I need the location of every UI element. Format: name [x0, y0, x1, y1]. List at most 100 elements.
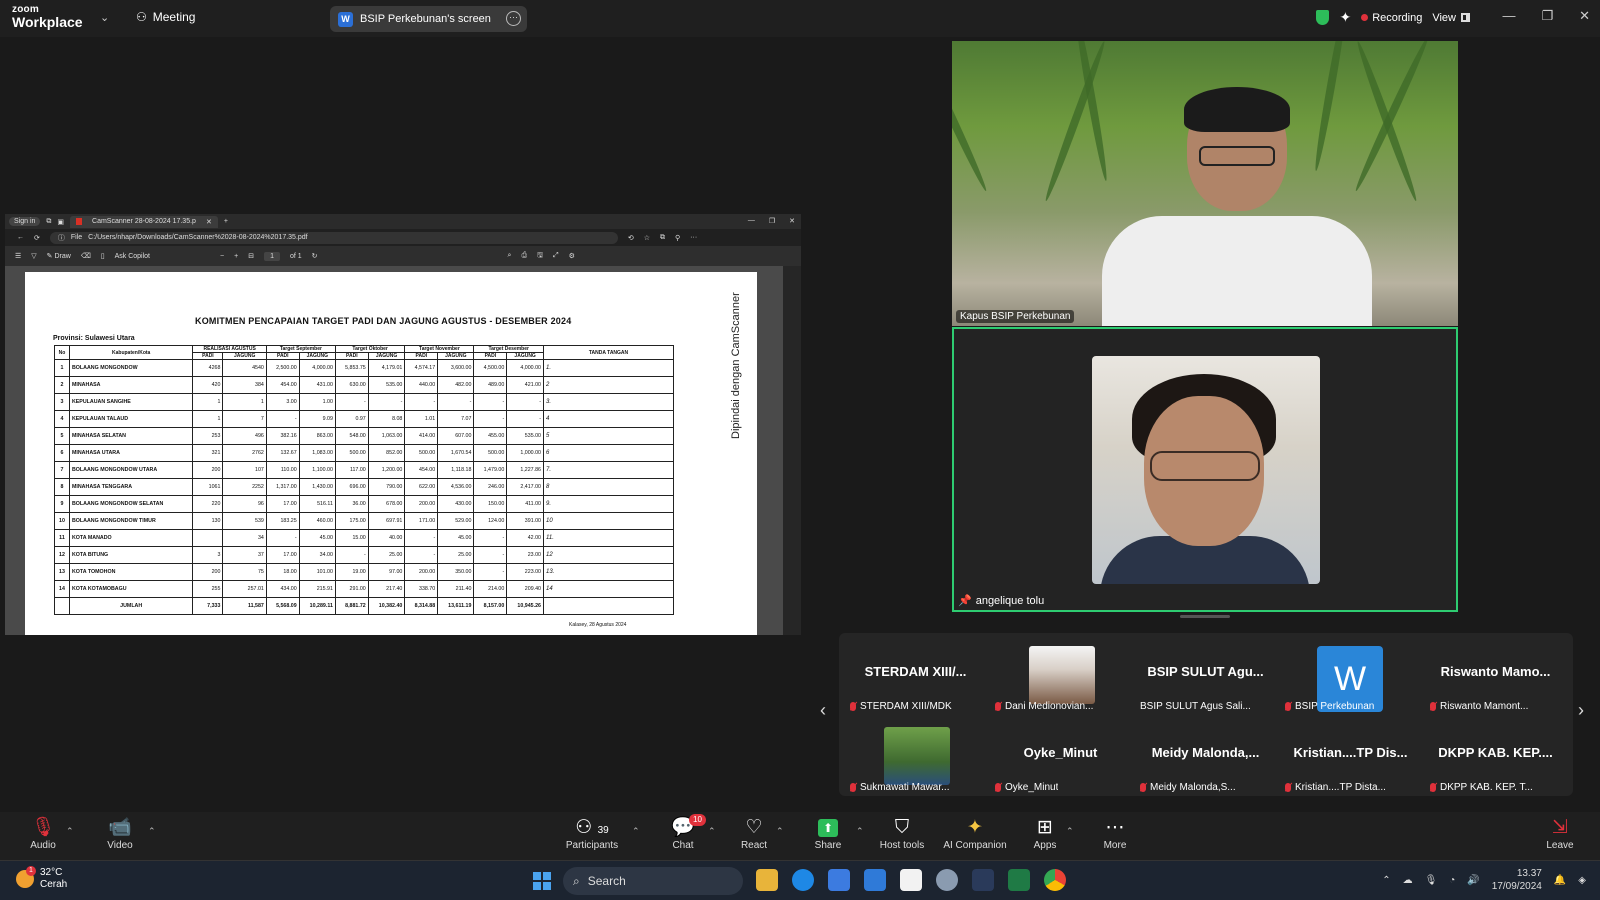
file-explorer-icon[interactable] — [756, 869, 778, 891]
gallery-tile[interactable]: Kristian....TP Dis... Kristian....TP Dist… — [1279, 719, 1422, 797]
new-tab-icon[interactable]: + — [224, 218, 228, 225]
reading-icon[interactable]: ⟲ — [628, 234, 634, 242]
row-value: 257.01 — [222, 580, 267, 598]
gallery-tile[interactable]: DKPP KAB. KEP.... DKPP KAB. KEP. T... — [1424, 719, 1567, 797]
view-icon[interactable]: ▯ — [101, 252, 105, 260]
print-icon[interactable]: ⎙ — [521, 252, 527, 260]
tab-close-icon[interactable]: ✕ — [206, 218, 212, 226]
row-kabupaten: MINAHASA TENGGARA — [68, 478, 194, 496]
wifi-icon[interactable]: ◔ — [1449, 875, 1455, 886]
collections-icon[interactable]: ⧉ — [660, 234, 665, 242]
volume-icon[interactable]: 🔊 — [1467, 875, 1479, 886]
microphone-icon[interactable]: 🎙 — [1425, 875, 1438, 886]
host-tools-button[interactable]: ⛉ Host tools — [862, 816, 942, 851]
audio-options-icon[interactable]: ⌃ — [66, 826, 74, 837]
apps-options-icon[interactable]: ⌃ — [1066, 826, 1074, 837]
gallery-prev-icon[interactable]: ‹ — [820, 700, 826, 721]
video-options-icon[interactable]: ⌃ — [148, 826, 156, 837]
copilot-icon[interactable]: ◈ — [1578, 875, 1586, 886]
encryption-shield-icon[interactable] — [1316, 10, 1330, 25]
pdf-settings-icon[interactable]: ⚙ — [569, 252, 575, 260]
gallery-tile[interactable]: Riswanto Mamo... Riswanto Mamont... — [1424, 638, 1567, 716]
gallery-tile[interactable]: Oyke_Minut Oyke_Minut — [989, 719, 1132, 797]
participants-options-icon[interactable]: ⌃ — [632, 826, 640, 837]
gallery-tile[interactable]: Sukmawati Mawar... — [844, 719, 987, 797]
restore-icon[interactable]: ❐ — [1541, 8, 1553, 24]
fit-page-icon[interactable]: ⊟ — [248, 252, 254, 260]
copilot-button[interactable]: Ask Copilot — [115, 253, 150, 260]
store-icon[interactable] — [828, 869, 850, 891]
workspaces-icon[interactable]: ⧉ — [46, 218, 51, 226]
onedrive-icon[interactable]: ☁ — [1403, 875, 1413, 886]
ai-companion-button[interactable]: ✦ AI Companion — [935, 816, 1015, 851]
zoom-out-icon[interactable]: − — [220, 253, 224, 260]
browser-close-icon[interactable]: ✕ — [789, 217, 795, 225]
back-icon[interactable]: ← — [17, 234, 24, 241]
contents-icon[interactable]: ☰ — [15, 252, 21, 260]
recording-indicator[interactable]: Recording — [1361, 12, 1422, 24]
save-icon[interactable]: 🖫 — [537, 251, 543, 262]
erase-icon[interactable]: ⌫ — [81, 252, 91, 260]
video-tile-speaker[interactable]: Kapus BSIP Perkebunan — [952, 41, 1458, 326]
rotate-icon[interactable]: ↻ — [312, 252, 318, 260]
gallery-tile[interactable]: Dani Medionovian... — [989, 638, 1132, 716]
leave-button[interactable]: ⇲ Leave — [1520, 816, 1600, 851]
taskbar-search[interactable]: ⌕ Search — [563, 867, 743, 895]
pdf-search-icon[interactable]: ⌕ — [508, 252, 512, 260]
edge-browser-icon[interactable] — [792, 869, 814, 891]
favorites-icon[interactable]: ☆ — [644, 234, 650, 242]
browser-tab[interactable]: CamScanner 28-08-2024 17.35.p ✕ — [70, 215, 218, 228]
windows-start-icon[interactable] — [533, 872, 551, 890]
browser-restore-icon[interactable]: ❐ — [769, 217, 775, 225]
draw-button[interactable]: ✎ Draw — [47, 252, 71, 260]
zoom-in-icon[interactable]: + — [234, 253, 238, 260]
refresh-icon[interactable]: ⟳ — [34, 234, 40, 242]
address-field[interactable]: ⓘ File C:/Users/nhapr/Downloads/CamScann… — [49, 231, 618, 244]
ai-sparkle-icon[interactable]: ✦ — [1339, 9, 1351, 26]
view-button[interactable]: View — [1432, 12, 1470, 24]
chrome-icon[interactable] — [1044, 869, 1066, 891]
weather-widget[interactable]: 1 32°C Cerah — [16, 866, 67, 891]
highlight-icon[interactable]: ▽ — [31, 252, 36, 260]
row-value: - — [404, 546, 439, 564]
page-number-input[interactable]: 1 — [264, 251, 280, 261]
excel-icon[interactable] — [1008, 869, 1030, 891]
gallery-tile[interactable]: STERDAM XIII/... STERDAM XIII/MDK — [844, 638, 987, 716]
tab-actions-icon[interactable]: ▣ — [57, 218, 64, 226]
row-value: 4,574.17 — [404, 359, 439, 377]
participants-button[interactable]: ⚇ 39 Participants — [552, 816, 632, 851]
minimize-icon[interactable]: — — [1502, 8, 1515, 24]
terminal-icon[interactable] — [972, 869, 994, 891]
extensions-icon[interactable]: ⚲ — [675, 234, 680, 242]
resize-handle[interactable] — [1180, 615, 1230, 618]
react-options-icon[interactable]: ⌃ — [776, 826, 784, 837]
taskbar-clock[interactable]: 13.37 17/09/2024 — [1492, 867, 1542, 893]
col-kab: Kabupaten/Kota — [68, 345, 194, 360]
video-tile-pinned[interactable]: 📌 angelique tolu — [952, 327, 1458, 612]
sign-in-button[interactable]: Sign in — [9, 217, 41, 226]
gallery-tile[interactable]: Meidy Malonda,... Meidy Malonda,S... — [1134, 719, 1277, 797]
word-app-icon: W — [338, 11, 353, 27]
close-icon[interactable]: ✕ — [1579, 8, 1590, 24]
notification-bell-icon[interactable]: 🔔 — [1554, 875, 1566, 886]
chevron-down-icon[interactable]: ⌄ — [100, 11, 109, 24]
gallery-tile-name: BSIP Perkebunan — [1285, 701, 1374, 712]
gallery-tile[interactable]: W BSIP Perkebunan — [1279, 638, 1422, 716]
pdf-viewport[interactable]: KOMITMEN PENCAPAIAN TARGET PADI DAN JAGU… — [5, 266, 783, 635]
globe-app-icon[interactable] — [936, 869, 958, 891]
row-value: 132.67 — [265, 444, 300, 462]
tray-chevron-icon[interactable]: ⌃ — [1382, 875, 1390, 886]
meeting-menu[interactable]: ⚇ Meeting — [136, 10, 195, 24]
more-options-icon[interactable]: ··· — [506, 11, 521, 26]
gallery-tile[interactable]: BSIP SULUT Agu... BSIP SULUT Agus Sali... — [1134, 638, 1277, 716]
notepad-icon[interactable] — [900, 869, 922, 891]
more-button[interactable]: ⋯ More — [1075, 816, 1155, 851]
fullscreen-icon[interactable]: ⤢ — [553, 252, 559, 260]
participant-photo — [884, 727, 950, 785]
browser-minimize-icon[interactable]: — — [748, 217, 755, 225]
screen-share-pill[interactable]: W BSIP Perkebunan's screen ··· — [330, 6, 527, 32]
row-value: 1,430.00 — [298, 478, 336, 496]
mail-icon[interactable] — [864, 869, 886, 891]
gallery-next-icon[interactable]: › — [1578, 700, 1584, 721]
browser-more-icon[interactable]: ··· — [690, 234, 697, 241]
